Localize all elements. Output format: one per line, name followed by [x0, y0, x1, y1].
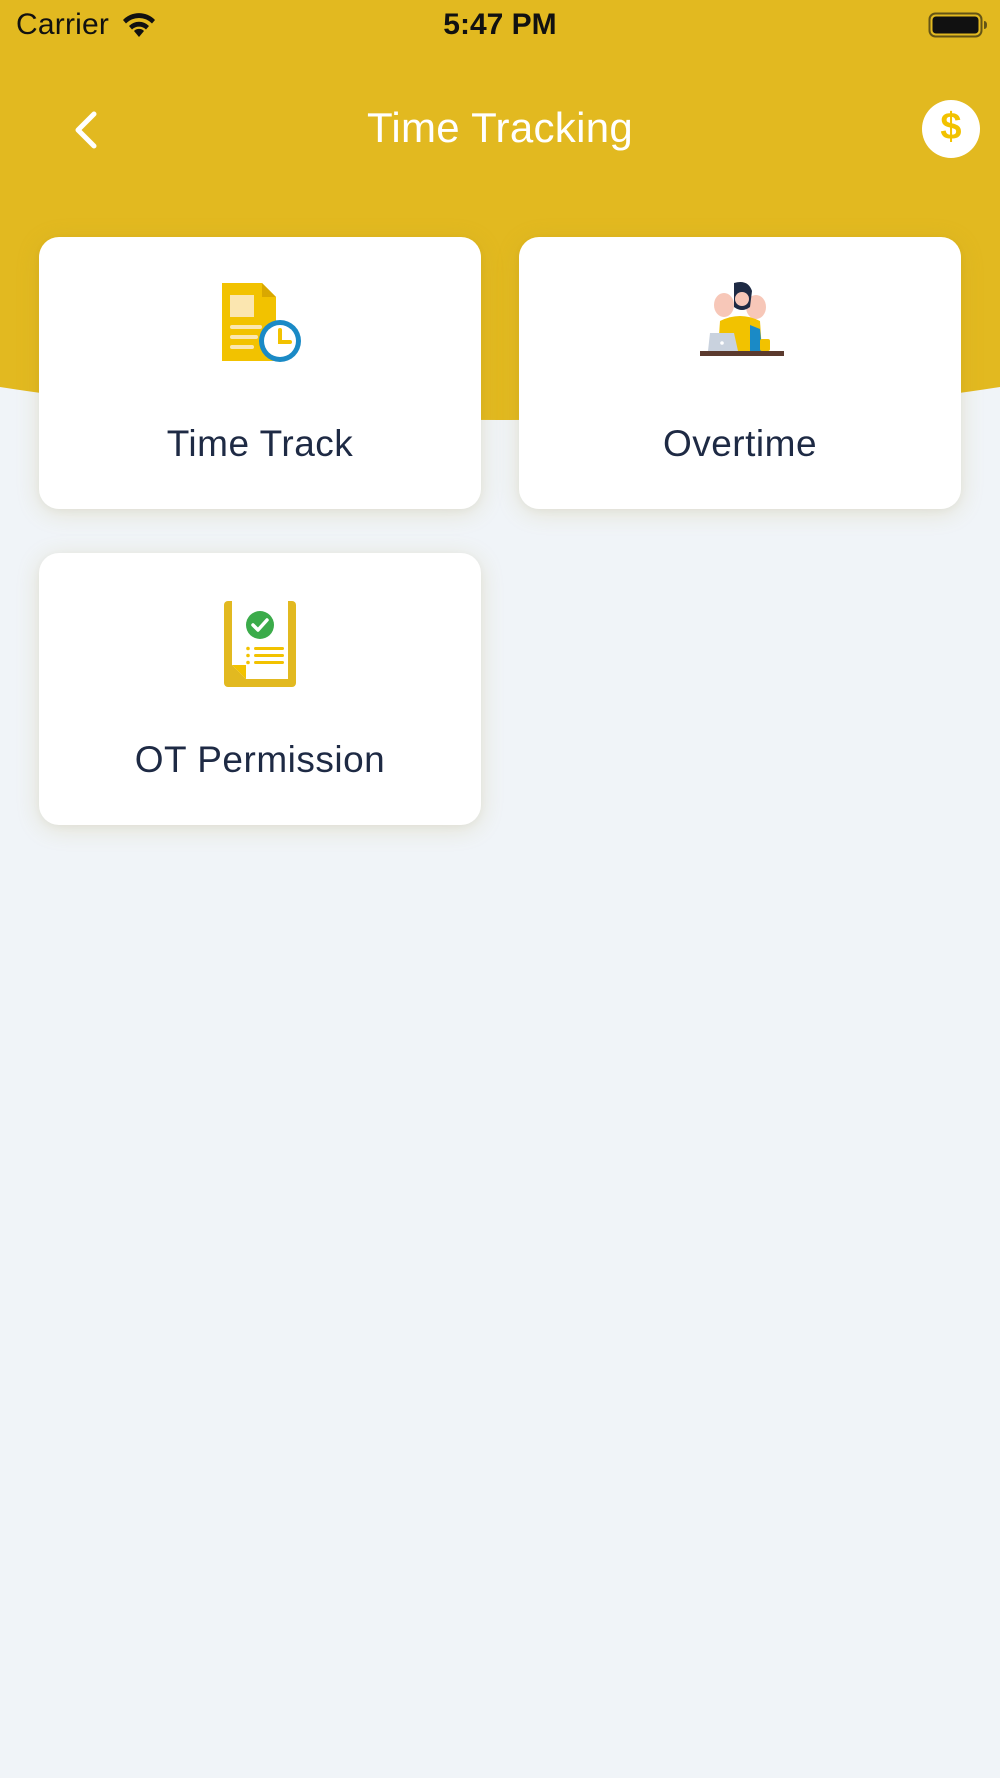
card-label-overtime: Overtime	[662, 423, 818, 464]
overtime-card[interactable]: Overtime	[519, 237, 961, 509]
screen: Carrier 5:47 PM Time Tracking $ Time Tra…	[0, 0, 1000, 1778]
card-icon-wrapper	[39, 277, 481, 377]
time-track-card[interactable]: Time Track	[39, 237, 481, 509]
battery-icon	[928, 12, 987, 38]
clock-time: 5:47 PM	[443, 8, 557, 41]
card-icon-wrapper	[39, 593, 481, 693]
card-icon-wrapper	[519, 277, 961, 377]
coin-button[interactable]: $	[922, 100, 980, 158]
page-title: Time Tracking	[366, 104, 634, 151]
ot-permission-clipboard-icon	[224, 601, 296, 687]
card-label-time-track: Time Track	[166, 423, 354, 464]
dollar-icon: $	[940, 106, 962, 148]
navigation-bar: Time Tracking $	[0, 80, 1000, 180]
card-label-ot-permission: OT Permission	[134, 739, 386, 780]
ot-permission-card[interactable]: OT Permission	[39, 553, 481, 825]
time-track-document-icon	[222, 283, 301, 362]
overtime-worker-icon	[700, 282, 784, 356]
status-bar: Carrier 5:47 PM	[0, 0, 1000, 52]
